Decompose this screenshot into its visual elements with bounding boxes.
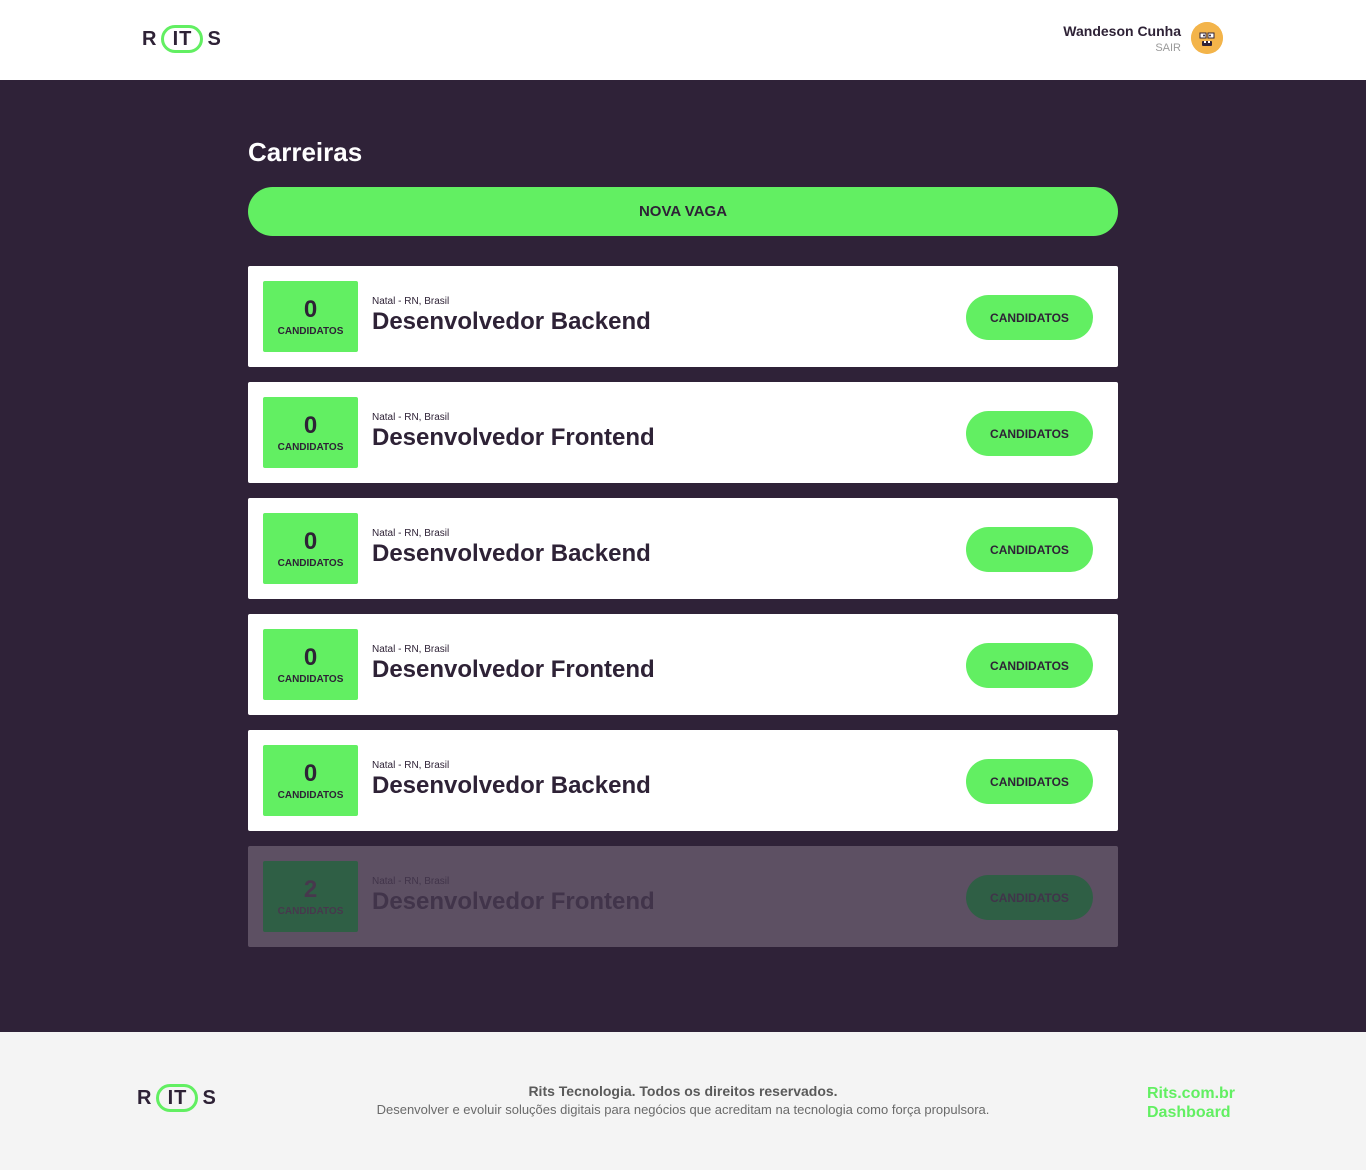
job-info: Natal - RN, Brasil Desenvolvedor Backend (372, 296, 651, 336)
job-title[interactable]: Desenvolvedor Backend (372, 308, 651, 336)
main-content: Carreiras NOVA VAGA 0 CANDIDATOS Natal -… (0, 80, 1366, 1032)
candidate-count-box: 0 CANDIDATOS (263, 513, 358, 584)
job-info: Natal - RN, Brasil Desenvolvedor Fronten… (372, 876, 655, 916)
footer-link-dashboard[interactable]: Dashboard (1147, 1103, 1235, 1122)
candidates-button[interactable]: CANDIDATOS (966, 643, 1093, 688)
job-location: Natal - RN, Brasil (372, 296, 450, 307)
job-location: Natal - RN, Brasil (372, 528, 450, 539)
job-card: 0 CANDIDATOS Natal - RN, Brasil Desenvol… (248, 266, 1118, 367)
job-card-disabled: 2 CANDIDATOS Natal - RN, Brasil Desenvol… (248, 846, 1118, 947)
candidates-button[interactable]: CANDIDATOS (966, 527, 1093, 572)
page-title: Carreiras (248, 137, 363, 167)
job-location: Natal - RN, Brasil (372, 412, 450, 423)
candidate-count: 0 (303, 412, 318, 439)
job-info: Natal - RN, Brasil Desenvolvedor Backend (372, 528, 651, 568)
candidate-count-label: CANDIDATOS (277, 326, 344, 337)
job-info: Natal - RN, Brasil Desenvolvedor Fronten… (372, 644, 655, 684)
job-title[interactable]: Desenvolvedor Frontend (372, 656, 655, 684)
candidates-button[interactable]: CANDIDATOS (966, 875, 1093, 920)
candidates-button[interactable]: CANDIDATOS (966, 759, 1093, 804)
user-name: Wandeson Cunha (1063, 22, 1181, 39)
candidate-count: 0 (303, 644, 318, 671)
candidate-count: 0 (303, 296, 318, 323)
job-list: 0 CANDIDATOS Natal - RN, Brasil Desenvol… (248, 266, 1118, 962)
job-card: 0 CANDIDATOS Natal - RN, Brasil Desenvol… (248, 498, 1118, 599)
candidate-count-box: 0 CANDIDATOS (263, 281, 358, 352)
user-menu: Wandeson Cunha SAIR (1063, 22, 1223, 54)
candidate-count-label: CANDIDATOS (277, 906, 344, 917)
candidate-count-box: 0 CANDIDATOS (263, 397, 358, 468)
candidate-count-label: CANDIDATOS (277, 558, 344, 569)
footer-links: Rits.com.br Dashboard (1147, 1084, 1235, 1122)
candidates-button[interactable]: CANDIDATOS (966, 295, 1093, 340)
rits-logo[interactable]: R IT S (142, 25, 222, 53)
job-card: 0 CANDIDATOS Natal - RN, Brasil Desenvol… (248, 382, 1118, 483)
job-title[interactable]: Desenvolvedor Backend (372, 540, 651, 568)
avatar-face-icon (1191, 22, 1223, 54)
job-location: Natal - RN, Brasil (372, 760, 450, 771)
job-card: 0 CANDIDATOS Natal - RN, Brasil Desenvol… (248, 614, 1118, 715)
candidate-count-label: CANDIDATOS (277, 674, 344, 685)
candidate-count-box: 0 CANDIDATOS (263, 629, 358, 700)
app-header: R IT S Wandeson Cunha SAIR (0, 0, 1366, 80)
job-info: Natal - RN, Brasil Desenvolvedor Backend (372, 760, 651, 800)
candidates-button[interactable]: CANDIDATOS (966, 411, 1093, 456)
job-location: Natal - RN, Brasil (372, 644, 450, 655)
candidate-count: 0 (303, 760, 318, 787)
user-text: Wandeson Cunha SAIR (1063, 23, 1181, 54)
candidate-count-box: 2 CANDIDATOS (263, 861, 358, 932)
candidate-count-label: CANDIDATOS (277, 790, 344, 801)
job-card: 0 CANDIDATOS Natal - RN, Brasil Desenvol… (248, 730, 1118, 831)
job-info: Natal - RN, Brasil Desenvolvedor Fronten… (372, 412, 655, 452)
footer-link-site[interactable]: Rits.com.br (1147, 1084, 1235, 1103)
job-title[interactable]: Desenvolvedor Frontend (372, 888, 655, 916)
logo-letter-r: R (142, 27, 158, 50)
logout-link[interactable]: SAIR (1063, 42, 1181, 54)
app-footer: R IT S Rits Tecnologia. Todos os direito… (0, 1032, 1366, 1170)
job-title[interactable]: Desenvolvedor Backend (372, 772, 651, 800)
job-location: Natal - RN, Brasil (372, 876, 450, 887)
avatar[interactable] (1191, 22, 1223, 54)
job-title[interactable]: Desenvolvedor Frontend (372, 424, 655, 452)
logo-letter-s: S (207, 27, 222, 50)
candidate-count: 0 (303, 528, 318, 555)
logo-pill: IT (161, 25, 204, 53)
candidate-count-label: CANDIDATOS (277, 442, 344, 453)
new-job-button[interactable]: NOVA VAGA (248, 187, 1118, 236)
candidate-count-box: 0 CANDIDATOS (263, 745, 358, 816)
candidate-count: 2 (303, 876, 318, 903)
